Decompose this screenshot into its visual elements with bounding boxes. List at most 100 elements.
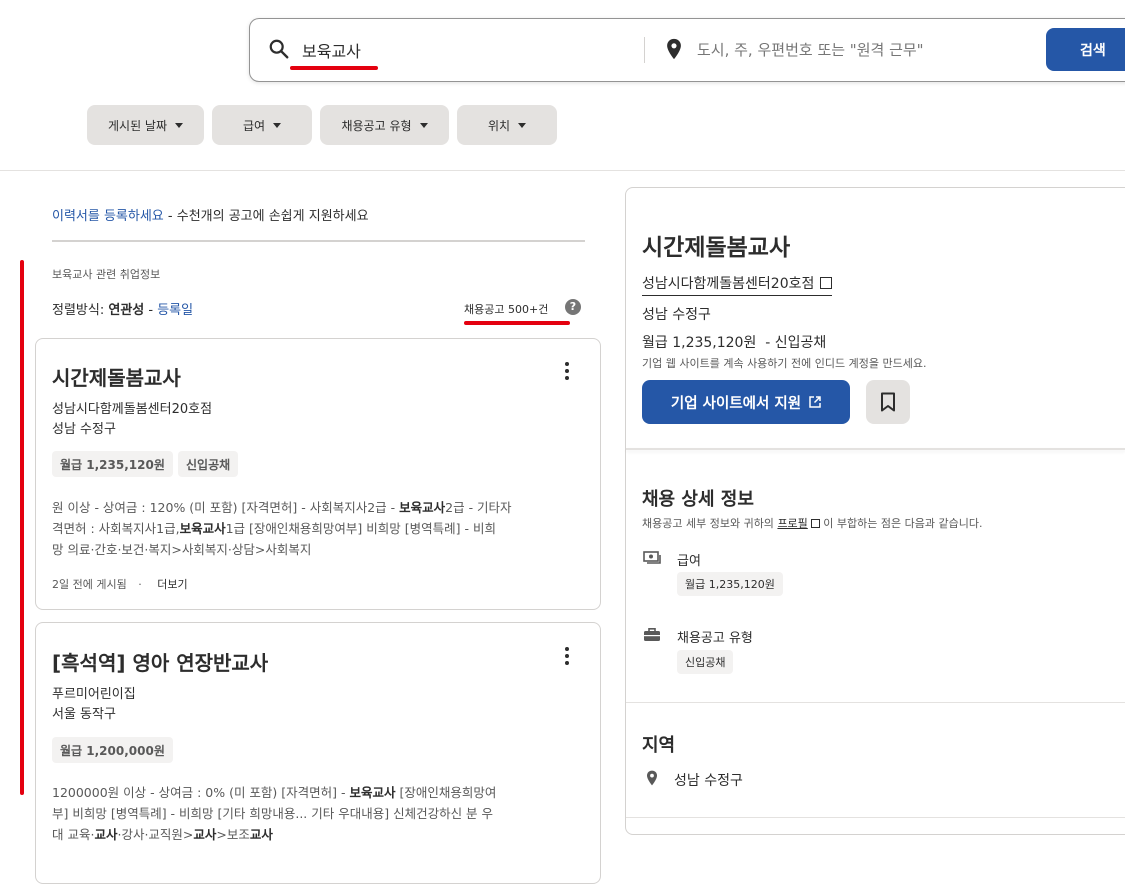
sort-prefix: 정렬방식: [52,303,109,318]
where-search-input[interactable] [697,38,1027,62]
resume-upload-link[interactable]: 이력서를 등록하세요 [52,209,164,224]
sort-control: 정렬방식: 연관성 - 등록일 [52,299,193,318]
bookmark-icon [881,392,895,412]
detail-salary-line: 월급 1,235,120원 - 신입공채 [642,332,826,352]
sort-relevance: 연관성 [108,303,145,318]
snippet-text: 격면허 : 사회복지사1급, [52,521,180,536]
pay-value-tag: 월급 1,235,120원 [677,572,783,596]
filter-date-posted[interactable]: 게시된 날짜 [87,105,204,145]
snippet-line: 망 의료·간호·보건·복지>사회복지·상담>사회복지 [52,539,572,560]
job-type-value-tag: 신입공채 [677,650,734,674]
detail-salary-sep: - [756,335,775,351]
external-link-icon [820,277,833,289]
region-value: 성남 수정구 [674,773,743,789]
snippet-text: 대 교육· [52,827,95,842]
filter-label: 급여 [242,118,266,133]
salary-tag: 월급 1,200,000원 [52,737,173,763]
job-type-tag: 신입공채 [178,451,239,477]
briefcase-icon [644,628,660,641]
search-button[interactable]: 검색 [1046,28,1125,71]
filter-job-type[interactable]: 채용공고 유형 [320,105,449,145]
chevron-down-icon [273,122,282,128]
snippet-keyword: 보육교사 [179,521,226,536]
snippet-text: 부] 비희망 [병역특례] - 비희망 [기타 희망내용... 기타 우대내용]… [52,806,494,821]
search-icon[interactable] [268,38,290,60]
posted-date: 2일 전에 게시됨 [52,578,127,591]
job-meta: 2일 전에 게시됨 · 더보기 [52,576,188,592]
snippet-line: 부] 비희망 [병역특례] - 비희망 [기타 희망내용... 기타 우대내용]… [52,803,572,824]
chevron-down-icon [419,122,428,128]
highlight-bar-results [20,260,24,795]
detail-company-name: 성남시다함께돌봄센터20호점 [642,276,815,292]
subtext-part: 이 부합하는 점은 다음과 같습니다. [819,517,983,530]
apply-label: 기업 사이트에서 지원 [670,395,802,412]
external-link-icon [810,519,820,528]
job-location: 성남 수정구 [52,422,116,437]
region-heading: 지역 [642,735,676,756]
job-location: 서울 동작구 [52,707,116,722]
location-pin-icon [667,38,681,60]
snippet-line: 1200000원 이상 - 상여금 : 0% (미 포함) [자격면허] - 보… [52,782,572,803]
save-job-button[interactable] [866,380,910,424]
snippet-text: 망 의료·간호·보건·복지>사회복지·상담>사회복지 [52,542,312,557]
chevron-down-icon [175,122,183,128]
detail-salary: 월급 1,235,120원 [642,335,757,351]
company-name: 성남시다함께돌봄센터20호점 [52,402,213,417]
company-name: 푸르미어린이집 [52,687,136,702]
detail-job-type: 신입공채 [774,335,827,351]
job-title[interactable]: 시간제돌봄교사 [52,362,181,391]
subtext-part: 채용공고 세부 정보와 귀하의 [642,517,778,530]
job-count: 채용공고 500+건 [464,303,549,316]
meta-dot: · [138,578,142,591]
highlight-underline-count [464,321,570,325]
snippet-keyword: 보육교사 [349,785,396,800]
snippet-text: >보조 [216,827,250,842]
detail-location: 성남 수정구 [642,307,711,323]
filter-label: 채용공고 유형 [341,118,412,133]
related-jobs-label: 보육교사 관련 취업정보 [52,268,161,281]
snippet-keyword: 보육교사 [399,500,446,515]
resume-banner-text: - 수천개의 공고에 손쉽게 지원하세요 [163,209,369,224]
search-divider [644,37,645,63]
more-link[interactable]: 더보기 [157,578,187,591]
detail-divider [626,702,1125,703]
details-subtext: 채용공고 세부 정보와 귀하의 프로필 이 부합하는 점은 다음과 같습니다. [642,515,982,531]
external-link-icon [809,396,821,408]
snippet-text: 2급 - 기타자 [445,500,512,515]
details-heading: 채용 상세 정보 [642,489,754,510]
snippet-text: 1200000원 이상 - 상여금 : 0% (미 포함) [자격면허] - [52,785,350,800]
snippet-keyword: 교사 [249,827,273,842]
resume-upload-banner: 이력서를 등록하세요 - 수천개의 공고에 손쉽게 지원하세요 [52,205,369,224]
location-pin-icon [647,770,657,786]
snippet-line: 대 교육·교사·강사·교직원>교사>보조교사 [52,824,572,845]
apply-company-site-button[interactable]: 기업 사이트에서 지원 [642,380,850,424]
chevron-down-icon [518,122,527,128]
job-snippet: 원 이상 - 상여금 : 120% (미 포함) [자격면허] - 사회복지사2… [52,497,572,560]
snippet-line: 원 이상 - 상여금 : 120% (미 포함) [자격면허] - 사회복지사2… [52,497,572,518]
job-snippet: 1200000원 이상 - 상여금 : 0% (미 포함) [자격면허] - 보… [52,782,572,845]
snippet-line: 격면허 : 사회복지사1급,보육교사1급 [장애인채용희망여부] 비희망 [병역… [52,518,572,539]
header-divider [0,170,1125,171]
filter-location[interactable]: 위치 [457,105,557,145]
help-icon[interactable]: ? [565,299,581,315]
more-options-icon[interactable] [565,362,569,383]
filter-salary[interactable]: 급여 [212,105,312,145]
sort-separator: - [144,303,158,318]
detail-account-note: 기업 웹 사이트를 계속 사용하기 전에 인디드 계정을 만드세요. [642,357,927,370]
snippet-text: 1급 [장애인채용희망여부] 비희망 [병역특례] - 비희 [225,521,496,536]
what-search-input[interactable] [302,38,632,62]
snippet-keyword: 교사 [193,827,217,842]
snippet-text: [장애인채용희망여 [395,785,497,800]
snippet-text: ·강사·교직원> [117,827,194,842]
money-icon [643,551,661,564]
more-options-icon[interactable] [565,647,569,668]
pay-label: 급여 [677,554,701,569]
salary-tag: 월급 1,235,120원 [52,451,173,477]
job-title[interactable]: [흑석역] 영아 연장반교사 [52,647,268,676]
highlight-underline-search [290,66,378,70]
detail-job-title: 시간제돌봄교사 [642,235,791,261]
detail-company-link[interactable]: 성남시다함께돌봄센터20호점 [642,273,833,296]
profile-link[interactable]: 프로필 [777,517,807,530]
sort-by-date-link[interactable]: 등록일 [157,303,193,318]
filter-label: 게시된 날짜 [107,118,167,133]
